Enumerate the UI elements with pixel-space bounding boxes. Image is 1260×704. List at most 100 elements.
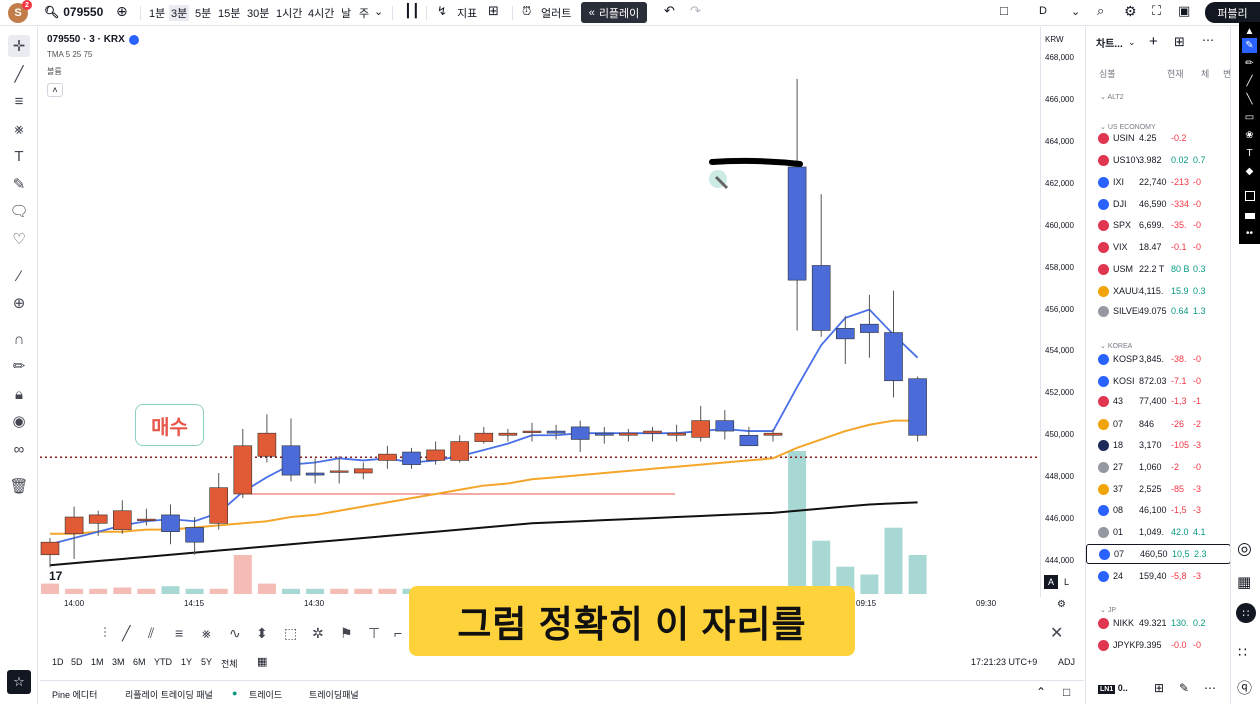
interval-15m[interactable]: 15분 <box>218 5 240 21</box>
pencil-lock-icon[interactable]: ✏ <box>8 355 30 377</box>
bottom-symbol[interactable]: LN1 0.. <box>1098 683 1128 694</box>
watchlist-row[interactable]: IXI 22,740 -213 -0 <box>1086 172 1231 192</box>
col-last[interactable]: 현재 <box>1167 67 1184 80</box>
favorites-star-icon[interactable]: ☆ <box>7 670 31 694</box>
watchlist-row[interactable]: JPYKR 9.395 -0.0 -0 <box>1086 635 1231 655</box>
target-icon[interactable]: ◎ <box>1237 539 1252 559</box>
add-symbol-watchlist-icon[interactable]: + <box>1149 33 1158 50</box>
heart-icon[interactable]: ♡ <box>8 228 30 250</box>
axis-settings-icon[interactable]: ⚙ <box>1057 599 1066 610</box>
expand-panel-icon[interactable]: ⌃ <box>1036 685 1046 699</box>
ruler-icon[interactable]: ∕ <box>8 265 30 287</box>
text-icon[interactable]: T <box>8 145 30 167</box>
eye-icon[interactable]: ◉ <box>8 410 30 432</box>
box-tool-icon[interactable]: ⬚ <box>284 625 297 642</box>
position-tool-icon[interactable]: ⌐ <box>394 625 402 641</box>
watchlist-row[interactable]: USM 22.2 T 80 B 0.3 <box>1086 259 1231 279</box>
more-icon[interactable]: ⋯ <box>1204 681 1216 695</box>
link-icon[interactable]: ∞ <box>8 438 30 460</box>
tab-pine-editor[interactable]: Pine 에디터 <box>52 688 97 701</box>
grid-view-icon[interactable]: ⊞ <box>1154 681 1164 695</box>
price-axis[interactable]: KRW 468,000 466,000 464,000 462,000 460,000 4… <box>1040 27 1084 597</box>
interval-5m[interactable]: 5분 <box>195 5 211 21</box>
calendar-icon[interactable]: ▦ <box>257 655 267 668</box>
watchlist-row[interactable]: 07 846 -26 -2 <box>1086 414 1231 434</box>
adjust-toggle[interactable]: ADJ <box>1058 657 1075 667</box>
highlighter-icon[interactable]: ╲ <box>1242 92 1257 107</box>
symbol-search[interactable]: 🔍︎ 079550 <box>44 5 103 19</box>
col-chg[interactable]: 체 <box>1201 67 1209 80</box>
pattern-icon[interactable]: ⨳ <box>8 118 30 140</box>
magnet-icon[interactable]: ∩ <box>8 328 30 350</box>
interval-1m[interactable]: 1분 <box>149 5 165 21</box>
watchlist-row[interactable]: KOSP 3,845. -38. -0 <box>1086 349 1231 369</box>
color-white-swatch[interactable] <box>1242 208 1257 223</box>
price-chart[interactable] <box>40 27 1040 597</box>
more-pen-icon[interactable]: •• <box>1242 226 1257 241</box>
add-symbol-icon[interactable]: ⊕ <box>116 3 128 20</box>
brush-icon[interactable]: ✎ <box>8 173 30 195</box>
range-5y[interactable]: 5Y <box>201 657 212 667</box>
watchlist-row[interactable]: DJI 46,590 -334 -0 <box>1086 194 1231 214</box>
marker-icon[interactable]: ✏ <box>1242 56 1257 71</box>
fib-icon[interactable]: ≡ <box>8 90 30 112</box>
watchlist-row[interactable]: USIN 4.25 -0.2 <box>1086 128 1231 148</box>
measure-tool-icon[interactable]: ⊤ <box>368 625 380 642</box>
range-1d[interactable]: 1D <box>52 657 64 667</box>
help-icon[interactable]: ⓠ <box>1237 677 1252 698</box>
camera-icon[interactable]: ▣ <box>1178 3 1190 19</box>
range-all[interactable]: 전체 <box>221 657 238 670</box>
interval-day[interactable]: 날 <box>341 5 351 21</box>
watchlist-row[interactable]: 01 1,049. 42.0 4.1 <box>1086 522 1231 542</box>
wave-tool-icon[interactable]: ∿ <box>229 625 241 642</box>
watchlist-row[interactable]: 08 46,100 -1,5 -3 <box>1086 500 1231 520</box>
layout-selector[interactable]: D <box>1039 5 1047 17</box>
tab-trading-panel[interactable]: 트레이딩패널 <box>309 688 359 701</box>
layout-chevron-icon[interactable]: ⌄ <box>1071 5 1080 18</box>
watchlist-row[interactable]: 07 460,50 10,5 2.3 <box>1086 544 1231 564</box>
watchlist-row[interactable]: 18 3,170 -105 -3 <box>1086 435 1231 455</box>
forecast-tool-icon[interactable]: ⚑ <box>340 625 353 642</box>
log-scale-button[interactable]: L <box>1064 577 1069 587</box>
indicators-button[interactable]: 지표 <box>457 5 477 21</box>
eraser-icon[interactable]: ◆ <box>1242 164 1257 179</box>
channel-tool-icon[interactable]: ⫽ <box>148 625 154 642</box>
drag-handle-icon[interactable]: ⠇ <box>102 625 112 642</box>
publish-button[interactable]: 퍼블리 <box>1205 2 1260 23</box>
palette-icon[interactable]: ❀ <box>1242 128 1257 143</box>
interval-1h[interactable]: 1시간 <box>276 5 302 21</box>
cursor-arrow-icon[interactable]: ▲ <box>1242 24 1257 39</box>
more-options-icon[interactable]: ⋯ <box>1202 33 1214 47</box>
indicator-legend[interactable]: TMA 5 25 75 <box>47 50 139 59</box>
watchlist-row[interactable]: XAUUS4,115. 15.9 0.3 <box>1086 281 1231 301</box>
col-symbol[interactable]: 심볼 <box>1099 67 1116 80</box>
watchlist-row[interactable]: US10Y 3.982 0.02 0.7 <box>1086 150 1231 170</box>
comment-icon[interactable]: 🗨︎ <box>8 200 30 222</box>
chevron-down-icon[interactable]: ⌄ <box>374 5 383 18</box>
tab-trade[interactable]: 트레이드 <box>249 688 282 701</box>
clock-label[interactable]: 17:21:23 UTC+9 <box>971 657 1037 667</box>
watchlist-row[interactable]: 43 77,400 -1,3 -1 <box>1086 391 1231 411</box>
range-ytd[interactable]: YTD <box>154 657 172 667</box>
watchlist-chevron-icon[interactable]: ⌄ <box>1128 37 1136 48</box>
watchlist-row[interactable]: NIKK 49.321 130. 0.2 <box>1086 613 1231 633</box>
tab-replay-trading-panel[interactable]: 리플레이 트레이딩 패널 <box>125 688 213 701</box>
collapse-legend-icon[interactable]: ˄ <box>47 83 63 97</box>
lock-icon[interactable]: 🔒︎ <box>8 383 30 405</box>
projection-tool-icon[interactable]: ✲ <box>312 625 324 642</box>
user-avatar[interactable]: S 2 <box>8 0 32 23</box>
watchlist-row[interactable]: SPX 6,699. -35. -0 <box>1086 215 1231 235</box>
calendar-icon[interactable]: ▦ <box>1237 573 1251 591</box>
zoom-in-icon[interactable]: ⊕ <box>8 292 30 314</box>
watchlist-row[interactable]: 37 2,525 -85 -3 <box>1086 479 1231 499</box>
volume-legend[interactable]: 볼륨 <box>47 66 139 77</box>
interval-week[interactable]: 주 <box>359 5 369 21</box>
watchlist-row[interactable]: 24 159,40 -5,8 -3 <box>1086 566 1231 586</box>
fib-tool-icon[interactable]: ≡ <box>175 625 183 641</box>
alert-button[interactable]: 얼러트 <box>541 5 571 21</box>
crosshair-icon[interactable]: ✛ <box>8 35 30 57</box>
interval-30m[interactable]: 30분 <box>247 5 269 21</box>
interval-3m[interactable]: 3분 <box>169 5 190 21</box>
line-pen-icon[interactable]: ╱ <box>1242 74 1257 89</box>
replay-button[interactable]: « 리플레이 <box>581 2 647 23</box>
